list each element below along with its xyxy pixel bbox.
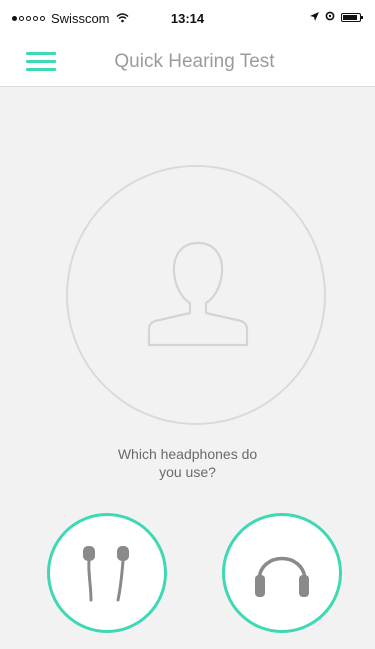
alarm-icon — [325, 11, 335, 24]
status-bar: Swisscom 13:14 — [0, 0, 375, 38]
earphones-icon — [83, 546, 129, 602]
earphones-option-button[interactable] — [47, 513, 167, 633]
page-title: Quick Hearing Test — [114, 51, 275, 72]
headphones-icon — [255, 556, 309, 597]
avatar — [66, 165, 326, 425]
location-arrow-icon — [310, 11, 319, 24]
question-line-2: you use? — [159, 464, 216, 480]
navigation-bar: Quick Hearing Test — [0, 38, 375, 87]
headphones-question: Which headphones do you use? — [0, 445, 375, 481]
user-silhouette-icon — [147, 241, 249, 347]
status-right — [310, 11, 363, 24]
screen: Swisscom 13:14 Quick Hearing Test Which … — [0, 0, 375, 649]
question-line-1: Which headphones do — [117, 446, 258, 462]
headphones-option-button[interactable] — [222, 513, 342, 633]
battery-icon — [341, 13, 363, 22]
